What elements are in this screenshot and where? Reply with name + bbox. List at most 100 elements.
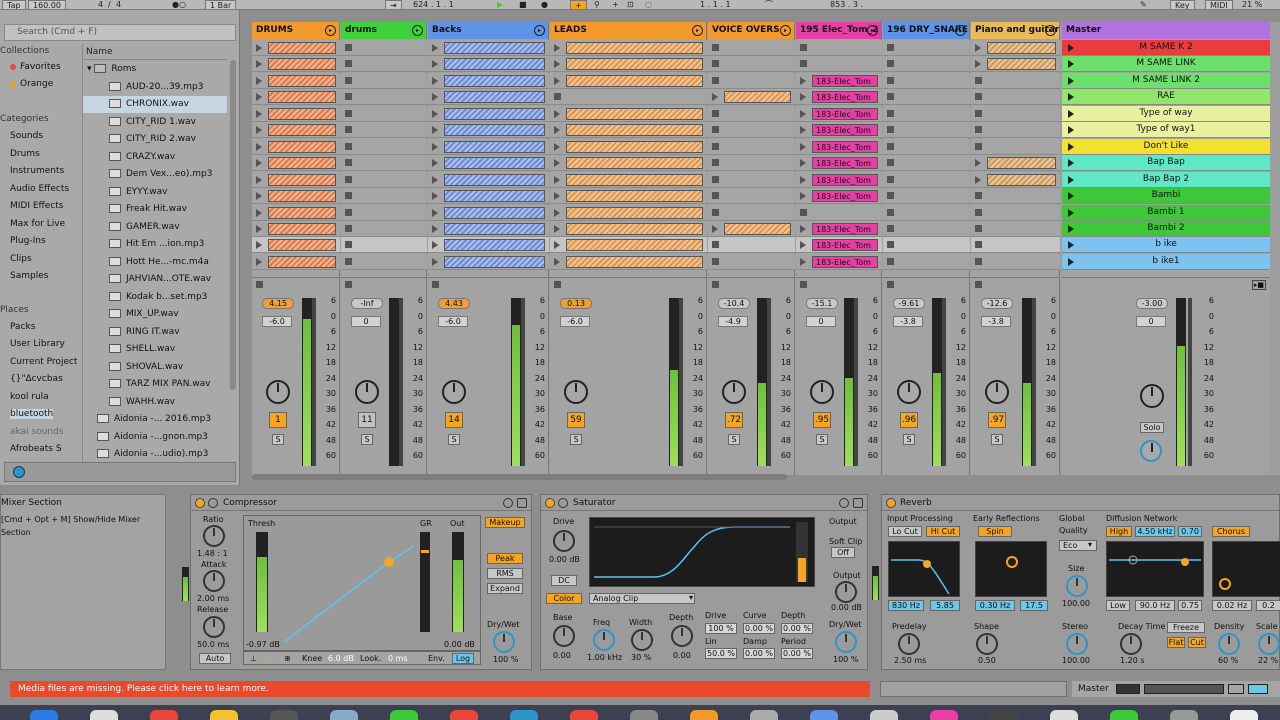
clip-stop-icon[interactable] <box>712 76 719 84</box>
clip-launch-icon[interactable] <box>432 126 438 135</box>
clip[interactable] <box>724 91 791 104</box>
scene-launch-icon[interactable] <box>1068 175 1074 184</box>
clip-slot[interactable] <box>971 138 1060 155</box>
scene-launch[interactable]: Don't Like <box>1062 138 1270 155</box>
scene-launch[interactable]: Bap Bap 2 <box>1062 171 1270 188</box>
clip-stop-icon[interactable] <box>975 257 982 265</box>
track-title[interactable]: DRUMS ▸ <box>252 22 339 39</box>
pan-field[interactable]: -6.0 <box>262 316 292 327</box>
clip-launch-icon[interactable] <box>432 257 438 266</box>
clip-launch-icon[interactable] <box>256 109 262 118</box>
clip-slot[interactable] <box>252 237 340 254</box>
high-freq-field[interactable]: 4.50 kHz <box>1135 526 1175 537</box>
track-title[interactable]: LEADS ▸ <box>550 22 706 39</box>
shape-knob[interactable] <box>976 633 998 655</box>
clip-launch-icon[interactable] <box>256 224 262 233</box>
file-item[interactable]: CHRONIX.wav <box>83 96 227 113</box>
stop-clips-icon[interactable] <box>554 281 561 288</box>
drive-knob[interactable] <box>553 530 575 552</box>
clip-slot[interactable] <box>341 220 427 237</box>
clip-stop-icon[interactable] <box>712 208 719 216</box>
clip-slot[interactable] <box>883 72 970 89</box>
file-item[interactable]: Hott He...-mc.m4a <box>83 254 227 271</box>
knee-value[interactable]: 6.0 dB <box>328 654 354 663</box>
clip-stop-icon[interactable] <box>887 175 894 183</box>
clip-slot[interactable] <box>708 138 795 155</box>
clip-launch-icon[interactable] <box>432 241 438 250</box>
capture-icon[interactable]: ⊡ <box>627 0 634 9</box>
clip-slot[interactable] <box>708 220 795 237</box>
clip-slot[interactable] <box>428 155 549 172</box>
clip[interactable] <box>987 173 1056 186</box>
clip[interactable] <box>987 42 1056 54</box>
device-on-icon[interactable] <box>195 498 205 508</box>
track-title[interactable]: Piano and guitar ▸ <box>971 22 1059 39</box>
ws-period-value[interactable]: 0.00 % <box>781 648 813 659</box>
place-item[interactable]: akai sounds <box>10 427 63 437</box>
track-activator-button[interactable]: 11 <box>358 412 376 428</box>
fader-track[interactable] <box>521 298 525 466</box>
clip-slot[interactable] <box>708 188 795 205</box>
clip-slot[interactable] <box>883 220 970 237</box>
preview-waveform[interactable] <box>4 462 236 482</box>
dock-app-icon[interactable] <box>870 710 898 720</box>
send-knob[interactable] <box>897 380 921 404</box>
category-item[interactable]: Samples <box>10 271 48 281</box>
low-amount-field[interactable]: 0.75 <box>1178 600 1202 611</box>
time-sig-den[interactable]: 4 <box>116 0 121 9</box>
clip-slot[interactable] <box>550 220 707 237</box>
clip[interactable] <box>444 239 545 252</box>
fader-track[interactable] <box>679 298 683 466</box>
clip[interactable] <box>268 173 336 186</box>
clip-stop-icon[interactable] <box>975 76 982 84</box>
dock-app-icon[interactable] <box>1110 710 1138 720</box>
place-item[interactable]: kool rula <box>10 392 49 402</box>
sidechain-icon[interactable]: ⊥ <box>250 654 257 663</box>
file-item[interactable]: CITY_RID 2.wav <box>83 131 227 148</box>
clip[interactable] <box>268 157 336 170</box>
clip-slot[interactable] <box>341 72 427 89</box>
group-fold-icon[interactable]: ▸ <box>534 25 545 36</box>
clip-slot[interactable] <box>708 105 795 122</box>
scene-launch[interactable]: Bambi <box>1062 188 1270 205</box>
group-fold-icon[interactable]: ▸ <box>955 25 966 36</box>
clip-slot[interactable] <box>883 204 970 221</box>
clip-launch-icon[interactable] <box>554 208 560 217</box>
clip-launch-icon[interactable] <box>256 159 262 168</box>
clip-launch-icon[interactable] <box>975 175 981 184</box>
chevron-down-icon[interactable]: ▾ <box>689 593 693 602</box>
dock-app-icon[interactable] <box>270 710 298 720</box>
clip-launch-icon[interactable] <box>975 60 981 69</box>
volume-field[interactable]: 4.15 <box>262 298 294 309</box>
ws-damp-value[interactable]: 0.00 % <box>743 648 775 659</box>
clip[interactable] <box>444 124 545 137</box>
clip-launch-icon[interactable] <box>432 93 438 102</box>
clip-slot[interactable] <box>796 56 882 73</box>
clip-stop-icon[interactable] <box>554 93 561 101</box>
clip[interactable]: 183-Elec_Tom <box>812 124 878 137</box>
low-button[interactable]: Low <box>1106 600 1130 611</box>
fader-track[interactable] <box>312 298 316 466</box>
clip[interactable] <box>268 91 336 104</box>
clip-slot[interactable] <box>341 253 427 270</box>
dock-app-icon[interactable] <box>570 710 598 720</box>
clip-slot[interactable] <box>550 188 707 205</box>
clip-launch-icon[interactable] <box>975 159 981 168</box>
high-amount-field[interactable]: 0.70 <box>1178 526 1202 537</box>
clip-launch-icon[interactable] <box>432 109 438 118</box>
clip-slot[interactable] <box>428 122 549 139</box>
clip-stop-icon[interactable] <box>345 109 352 117</box>
group-fold-icon[interactable]: ▸ <box>692 25 703 36</box>
folder-item[interactable]: ▾ Roms <box>83 61 227 78</box>
category-item[interactable]: MIDI Effects <box>10 201 63 211</box>
clip[interactable]: 183-Elec_Tom <box>812 140 878 153</box>
dock-app-icon[interactable] <box>930 710 958 720</box>
file-item[interactable]: RING IT.wav <box>83 324 227 341</box>
clip[interactable] <box>566 140 703 153</box>
clip-slot[interactable] <box>428 237 549 254</box>
clip-stop-icon[interactable] <box>975 241 982 249</box>
clip[interactable]: 183-Elec_Tom <box>812 222 878 235</box>
scene-launch[interactable]: RAE <box>1062 89 1270 106</box>
file-item[interactable]: MIX_UP.wav <box>83 306 227 323</box>
clip-stop-icon[interactable] <box>887 126 894 134</box>
